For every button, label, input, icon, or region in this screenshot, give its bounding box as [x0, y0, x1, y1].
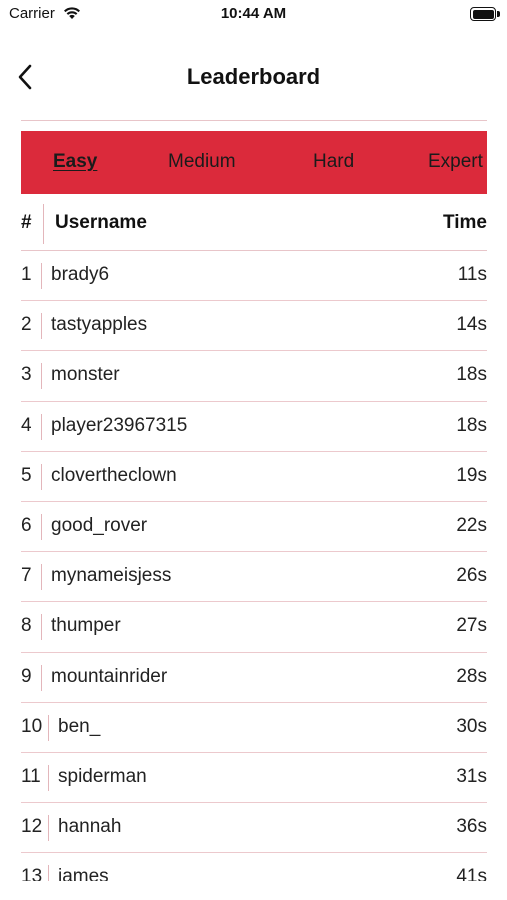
table-row: 7 mynameisjess 26s: [21, 552, 487, 603]
page-title: Leaderboard: [186, 64, 321, 89]
row-rank: 12: [21, 816, 43, 838]
row-username: player23967315: [51, 414, 188, 436]
rank-column-header: #: [21, 212, 32, 233]
table-row: 1 brady6 11s: [21, 251, 487, 302]
table-row: 4 player23967315 18s: [21, 402, 487, 452]
row-separator: [41, 564, 42, 591]
row-username: james: [58, 866, 109, 881]
row-time: 28s: [456, 665, 487, 687]
status-bar: Carrier 10:44 AM: [0, 0, 507, 30]
row-separator: [48, 714, 49, 741]
row-time: 18s: [456, 364, 487, 386]
row-time: 30s: [456, 715, 487, 737]
row-separator: [48, 764, 49, 791]
table-row: 6 good_rover 22s: [21, 502, 487, 553]
table-row: 11 spiderman 31s: [21, 753, 487, 804]
row-rank: 10: [21, 715, 43, 737]
row-time: 19s: [456, 464, 487, 486]
row-time: 14s: [456, 314, 487, 336]
table-row: 13 james 41s: [21, 853, 487, 881]
row-separator: [41, 463, 42, 490]
table-row: 2 tastyapples 14s: [21, 301, 487, 352]
row-separator: [41, 513, 42, 540]
row-time: 11s: [457, 264, 487, 285]
row-separator: [41, 363, 42, 390]
row-time: 36s: [456, 816, 487, 838]
row-username: mynameisjess: [51, 565, 172, 587]
row-username: brady6: [51, 264, 110, 285]
table-row: 3 monster 18s: [21, 351, 487, 402]
row-username: monster: [51, 364, 120, 386]
username-column-header: Username: [55, 212, 147, 233]
row-rank: 7: [21, 565, 32, 587]
row-time: 22s: [456, 514, 487, 536]
row-username: mountainrider: [51, 665, 168, 687]
row-separator: [41, 263, 42, 289]
row-separator: [41, 313, 42, 340]
row-rank: 8: [21, 615, 32, 637]
tab-medium[interactable]: Medium: [168, 151, 236, 173]
row-rank: 9: [21, 665, 32, 687]
row-rank: 13: [21, 866, 43, 881]
row-username: good_rover: [51, 514, 148, 536]
row-rank: 2: [21, 314, 32, 336]
table-row: 5 clovertheclown 19s: [21, 452, 487, 502]
row-username: hannah: [58, 816, 122, 838]
row-separator: [48, 865, 49, 881]
row-rank: 1: [21, 264, 32, 285]
row-username: thumper: [51, 615, 121, 637]
table-row: 12 hannah 36s: [21, 803, 487, 854]
row-rank: 3: [21, 364, 32, 386]
row-rank: 6: [21, 514, 32, 536]
difficulty-tabs: Easy Medium Hard Expert: [21, 131, 487, 194]
time-column-header: Time: [442, 212, 487, 233]
tab-easy[interactable]: Easy: [53, 151, 97, 173]
row-time: 31s: [456, 765, 487, 787]
row-rank: 5: [21, 464, 32, 486]
status-time: 10:44 AM: [220, 5, 287, 22]
table-row: 9 mountainrider 28s: [21, 653, 487, 703]
row-time: 41s: [456, 866, 487, 881]
leaderboard-list[interactable]: 1 brady6 11s 2 tastyapples 14s 3 monster 18s 4 pla…: [21, 251, 487, 881]
row-username: clovertheclown: [51, 464, 177, 486]
row-separator: [41, 413, 42, 440]
row-username: spiderman: [58, 765, 147, 787]
row-separator: [41, 664, 42, 691]
row-username: ben_: [58, 715, 101, 737]
row-time: 27s: [456, 615, 487, 637]
row-username: tastyapples: [51, 314, 148, 336]
table-row: 10 ben_ 30s: [21, 703, 487, 753]
divider: [21, 120, 487, 121]
row-time: 26s: [456, 565, 487, 587]
tab-hard[interactable]: Hard: [313, 151, 354, 173]
navigation-bar: Leaderboard: [0, 50, 507, 106]
tab-expert[interactable]: Expert: [428, 151, 483, 173]
row-rank: 4: [21, 414, 32, 436]
table-row: 8 thumper 27s: [21, 602, 487, 653]
row-separator: [48, 815, 49, 842]
row-time: 18s: [456, 414, 487, 436]
column-separator: [43, 204, 44, 244]
table-header: # Username Time: [21, 202, 487, 250]
row-rank: 11: [21, 765, 41, 787]
row-separator: [41, 614, 42, 641]
battery-icon: [470, 7, 500, 22]
